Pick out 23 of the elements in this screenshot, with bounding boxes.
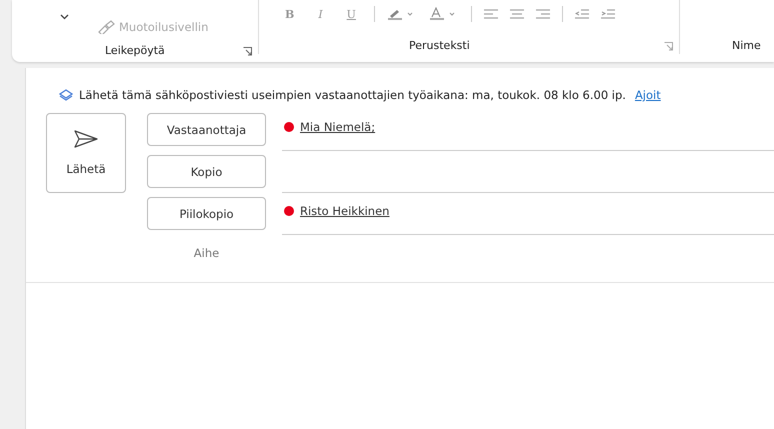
align-right-icon[interactable]	[536, 9, 550, 19]
recipient-button[interactable]: Kopio	[147, 155, 266, 188]
subject-label: Aihe	[192, 245, 220, 260]
group-label: Perusteksti	[409, 38, 470, 52]
recipient-name[interactable]: Risto Heikkinen	[300, 204, 390, 218]
chevron-down-icon[interactable]	[60, 14, 69, 20]
align-center-icon[interactable]	[510, 9, 524, 19]
recipient-button[interactable]: Vastaanottaja	[147, 113, 266, 146]
send-icon	[74, 130, 98, 148]
increase-indent-icon[interactable]	[600, 9, 615, 19]
schedule-link[interactable]: Ajoit	[634, 88, 661, 102]
schedule-hint-text: Lähetä tämä sähköpostiviesti useimpien vastaanottajien työaikana: ma, toukok. 08 klo 6.00 ip.	[79, 88, 626, 102]
recipient-field[interactable]: Mia Niemelä;	[282, 113, 774, 151]
recipient-name[interactable]: Mia Niemelä;	[300, 120, 376, 134]
decrease-indent-icon[interactable]	[574, 9, 589, 19]
dialog-launcher-icon[interactable]	[243, 46, 252, 56]
recipient-button[interactable]: Piilokopio	[147, 197, 266, 230]
send-button[interactable]: Lähetä	[46, 113, 126, 193]
group-label: Leikepöytä	[105, 44, 165, 56]
align-left-icon[interactable]	[484, 9, 498, 19]
paintbrush-icon	[97, 20, 115, 34]
group-label: Nime	[732, 38, 761, 52]
recipient-field[interactable]: Risto Heikkinen	[282, 197, 774, 235]
